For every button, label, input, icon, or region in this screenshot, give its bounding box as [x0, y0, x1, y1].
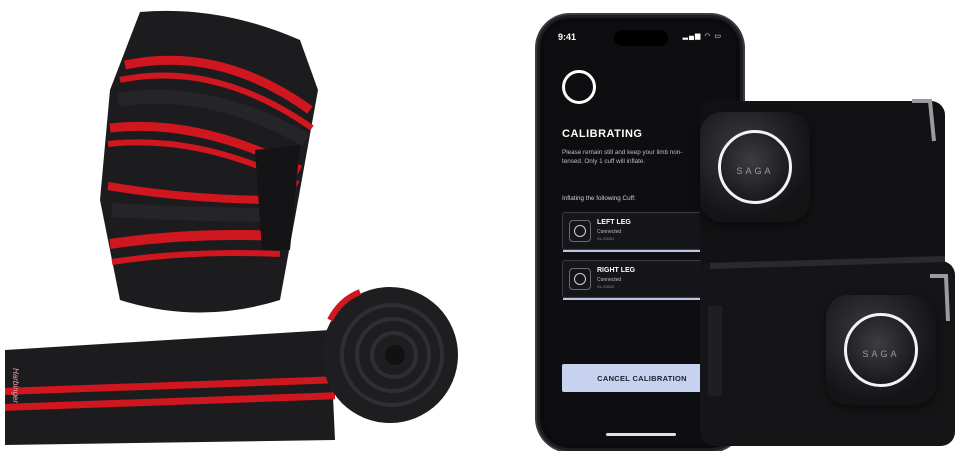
cuff-icon	[569, 220, 591, 242]
cuff-name: RIGHT LEG	[597, 267, 636, 274]
status-time: 9:41	[558, 32, 577, 42]
product-scene: Harbinger 9:41 ▂▄▆ ◠ ▭ CALIBRATING Pleas…	[0, 0, 955, 451]
wrap-flap	[255, 145, 300, 250]
page-title: CALIBRATING	[562, 128, 643, 140]
dynamic-island	[614, 30, 668, 46]
saga-device-lower: SAGA	[826, 295, 936, 405]
home-indicator	[606, 433, 676, 436]
saga-device-upper: SAGA	[700, 112, 810, 222]
cuff-name: LEFT LEG	[597, 219, 631, 226]
ring-icon	[562, 70, 596, 104]
device-brand: SAGA	[736, 166, 774, 176]
cuff-id: SL-00002	[597, 284, 615, 289]
cuff-progress-fill	[563, 298, 703, 300]
calibration-description: Please remain still and keep your limb n…	[562, 149, 683, 165]
cuff-icon	[569, 268, 591, 290]
cuff-progress-fill	[563, 250, 708, 252]
inflating-label: Inflating the following Cuff:	[562, 195, 636, 202]
device-brand: SAGA	[862, 349, 900, 359]
knee-wrap-illustration	[5, 10, 458, 445]
cuff-status: Connected	[597, 229, 622, 235]
cuff-status: Connected	[597, 277, 622, 283]
status-icons: ▂▄▆ ◠ ▭	[682, 33, 722, 40]
cuff-id: SL-00001	[597, 236, 615, 241]
wrap-brand-label: Harbinger	[11, 368, 20, 404]
